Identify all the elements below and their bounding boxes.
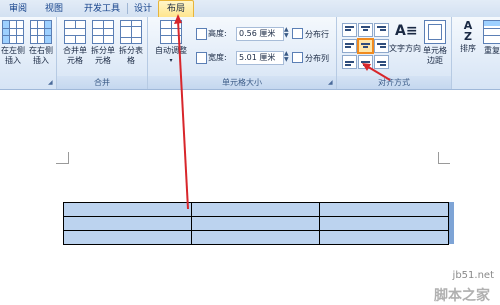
watermark-logo: 脚本之家 — [434, 288, 490, 304]
arrow-to-layout-tab — [177, 19, 189, 210]
arrow-head-icon — [174, 14, 182, 24]
watermark-url: jb51.net — [452, 270, 494, 281]
annotation-arrows — [174, 14, 391, 210]
